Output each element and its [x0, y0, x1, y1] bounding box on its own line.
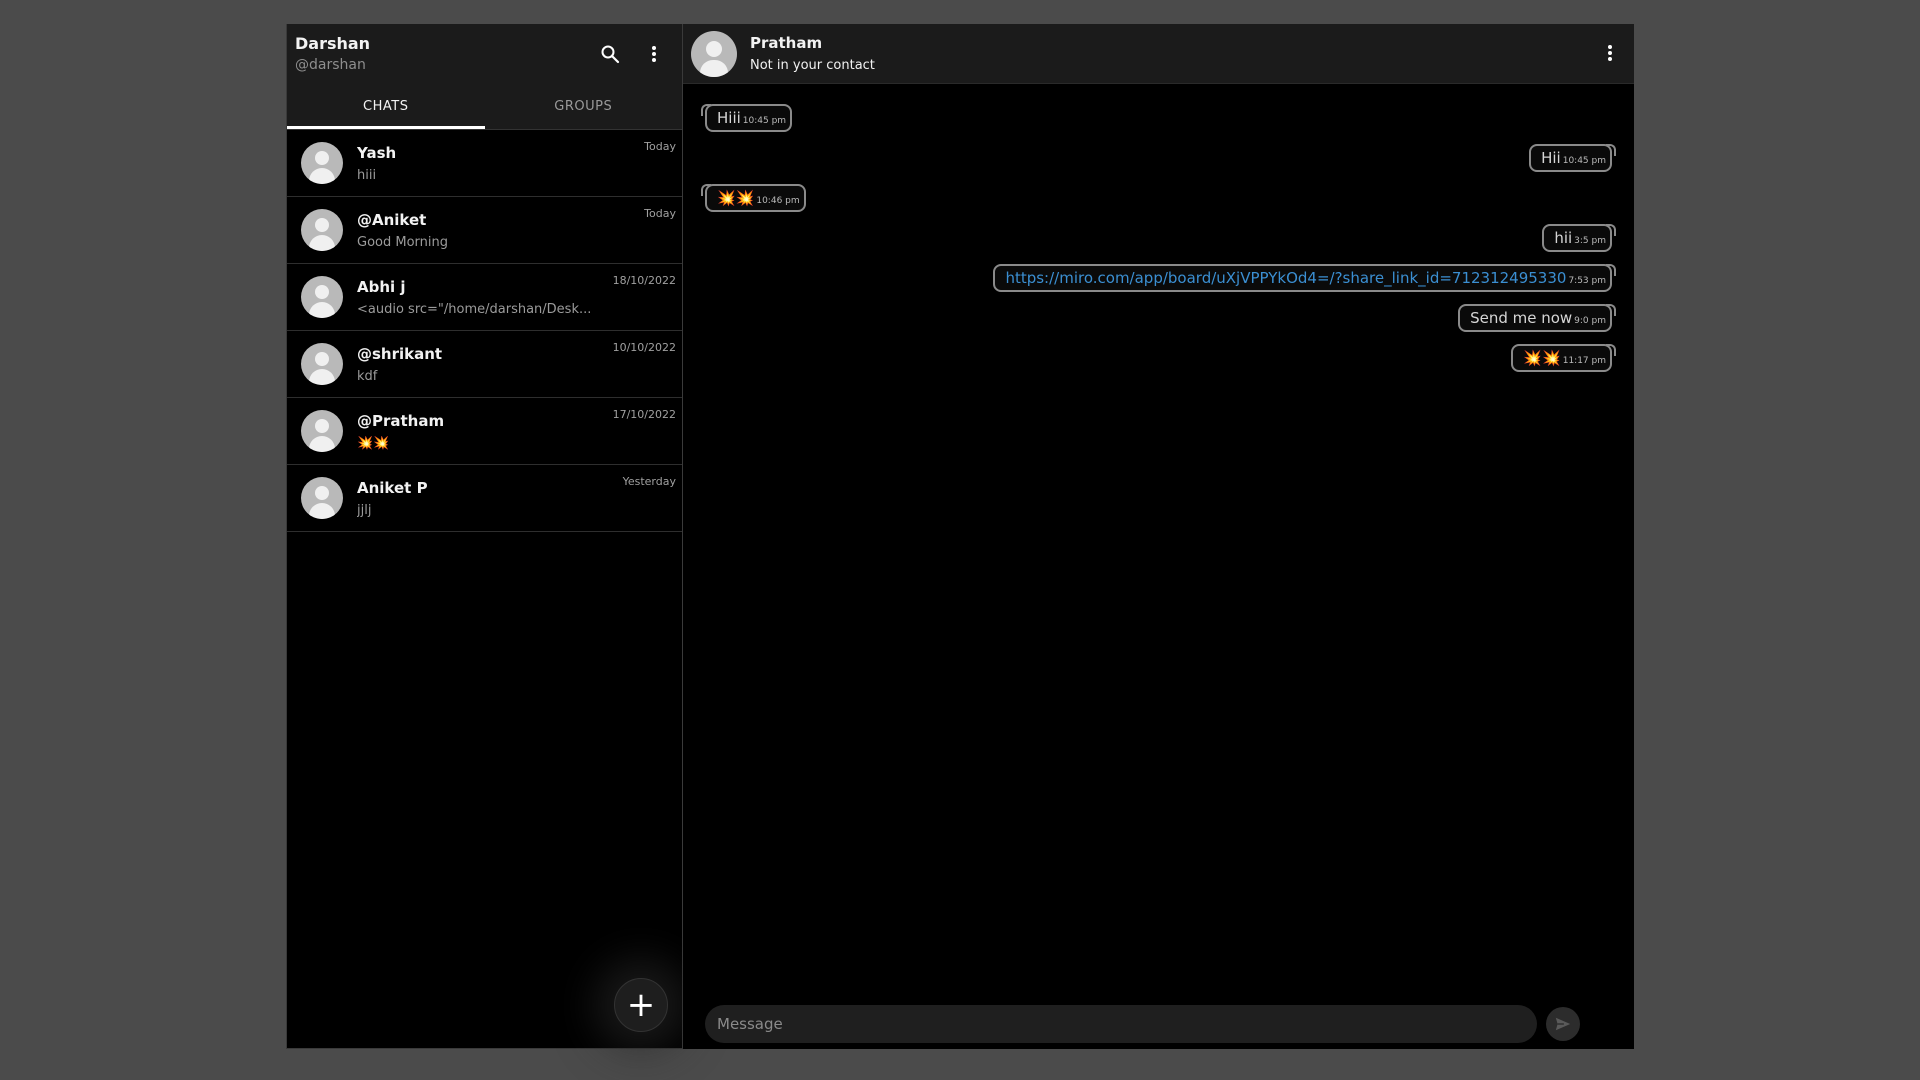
chat-date: Today	[644, 207, 676, 220]
message-bubble[interactable]: Hii 10:45 pm	[1529, 144, 1616, 172]
message-row: 💥💥 11:17 pm	[705, 344, 1616, 372]
chat-preview: hiii	[357, 167, 377, 183]
message-text: hii	[1554, 229, 1573, 247]
contact-name: Pratham	[750, 34, 823, 52]
chat-preview: jjlj	[357, 502, 372, 518]
chat-date: Yesterday	[622, 475, 676, 488]
chat-list-item[interactable]: @shrikant kdf 10/10/2022	[287, 331, 682, 398]
avatar	[301, 343, 343, 385]
sidebar: Darshan @darshan CHATS GROUPS Yash hiii …	[286, 24, 683, 1049]
profile-handle: @darshan	[295, 57, 366, 73]
chat-list-item[interactable]: @Pratham 💥💥 17/10/2022	[287, 398, 682, 465]
tab-chats[interactable]: CHATS	[287, 83, 485, 129]
chat-date: 17/10/2022	[612, 408, 676, 421]
message-text: Send me now	[1470, 309, 1573, 327]
more-vert-icon[interactable]	[644, 44, 664, 64]
message-list: Hiii 10:45 pm Hii 10:45 pm 💥💥 10:46 pm h…	[683, 104, 1634, 384]
message-time: 10:46 pm	[756, 196, 800, 206]
avatar	[301, 410, 343, 452]
message-bubble[interactable]: hii 3:5 pm	[1542, 224, 1616, 252]
conversation-header: Pratham Not in your contact	[683, 24, 1634, 84]
message-text: Hiii	[717, 109, 741, 127]
message-bubble[interactable]: 💥💥 11:17 pm	[1511, 344, 1616, 372]
message-composer	[705, 1005, 1580, 1043]
message-row: https://miro.com/app/board/uXjVPPYkOd4=/…	[705, 264, 1616, 292]
message-link[interactable]: https://miro.com/app/board/uXjVPPYkOd4=/…	[1005, 269, 1566, 287]
chat-preview: <audio src="/home/darshan/Desk...	[357, 301, 592, 317]
plus-icon: +	[626, 985, 656, 1025]
avatar[interactable]	[691, 30, 737, 77]
chat-name: Aniket P	[357, 478, 428, 497]
avatar	[301, 276, 343, 318]
message-time: 10:45 pm	[742, 116, 787, 126]
message-text: 💥💥	[1523, 349, 1561, 367]
chat-list: Yash hiii Today @Aniket Good Morning Tod…	[287, 130, 682, 1048]
message-bubble[interactable]: Send me now 9:0 pm	[1458, 304, 1616, 332]
contact-info[interactable]: Pratham Not in your contact	[750, 34, 875, 73]
tab-bar: CHATS GROUPS	[287, 83, 682, 130]
message-time: 11:17 pm	[1562, 356, 1606, 366]
message-time: 3:5 pm	[1574, 236, 1606, 246]
avatar	[301, 142, 343, 184]
message-bubble[interactable]: Hiii 10:45 pm	[700, 104, 793, 132]
message-text: Hii	[1541, 149, 1561, 167]
avatar	[301, 477, 343, 519]
chat-list-item[interactable]: Abhi j <audio src="/home/darshan/Desk...…	[287, 264, 682, 331]
chat-name: Yash	[357, 143, 397, 162]
chat-preview: 💥💥	[357, 435, 390, 451]
conversation-pane: Pratham Not in your contact Hiii 10:45 p…	[683, 24, 1634, 1049]
chat-list-item[interactable]: @Aniket Good Morning Today	[287, 197, 682, 264]
send-button[interactable]	[1546, 1007, 1580, 1041]
message-time: 10:45 pm	[1562, 156, 1606, 166]
more-vert-icon[interactable]	[1600, 43, 1620, 63]
chat-date: 10/10/2022	[612, 341, 676, 354]
chat-list-item[interactable]: Aniket P jjlj Yesterday	[287, 465, 682, 532]
message-row: Hiii 10:45 pm	[700, 104, 1612, 132]
chat-app: Darshan @darshan CHATS GROUPS Yash hiii …	[286, 24, 1634, 1049]
chat-date: Today	[644, 140, 676, 153]
chat-preview: Good Morning	[357, 234, 448, 250]
avatar	[301, 209, 343, 251]
new-chat-button[interactable]: +	[614, 978, 668, 1032]
message-row: Hii 10:45 pm	[705, 144, 1616, 172]
message-time: 7:53 pm	[1568, 276, 1606, 286]
profile-info[interactable]: Darshan @darshan	[295, 34, 370, 73]
tab-groups[interactable]: GROUPS	[485, 83, 683, 129]
chat-list-item[interactable]: Yash hiii Today	[287, 130, 682, 197]
message-row: hii 3:5 pm	[705, 224, 1616, 252]
contact-status: Not in your contact	[750, 58, 875, 73]
profile-name: Darshan	[295, 34, 371, 53]
message-time: 9:0 pm	[1574, 316, 1606, 326]
message-row: 💥💥 10:46 pm	[701, 184, 1612, 212]
search-icon[interactable]	[600, 44, 620, 64]
profile-header: Darshan @darshan	[287, 24, 682, 83]
message-input[interactable]	[705, 1005, 1537, 1043]
chat-name: @Aniket	[357, 210, 427, 229]
chat-date: 18/10/2022	[612, 274, 676, 287]
chat-preview: kdf	[357, 368, 378, 384]
message-text: 💥💥	[717, 189, 755, 207]
send-icon	[1555, 1017, 1571, 1031]
message-bubble: https://miro.com/app/board/uXjVPPYkOd4=/…	[993, 264, 1616, 292]
message-row: Send me now 9:0 pm	[705, 304, 1616, 332]
message-bubble[interactable]: 💥💥 10:46 pm	[701, 184, 806, 212]
